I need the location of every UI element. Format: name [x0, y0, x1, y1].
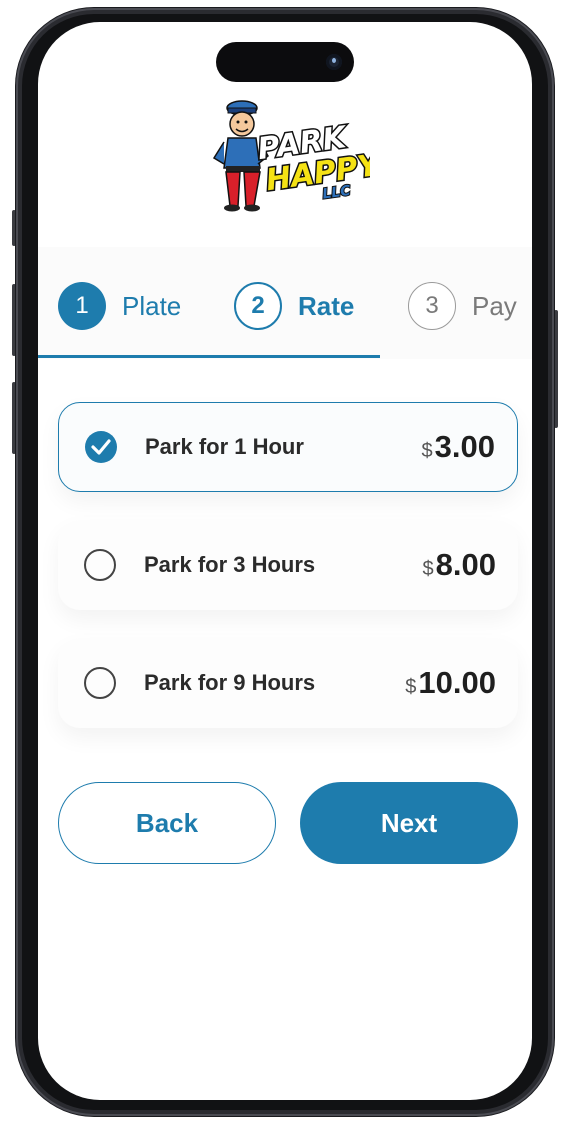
dynamic-island	[216, 42, 354, 82]
power-button	[554, 310, 558, 428]
rate-price: $ 10.00	[405, 665, 496, 701]
price-amount: 10.00	[418, 665, 496, 700]
rate-option-3-hours[interactable]: Park for 3 Hours $ 8.00	[58, 520, 518, 610]
price-amount: 8.00	[435, 547, 496, 582]
phone-screen: PARK HAPPY LLC 1 Plate 2 Rate 3 Pay Park…	[38, 22, 532, 1100]
rate-label: Park for 3 Hours	[144, 552, 316, 577]
step-rate[interactable]: 2 Rate	[234, 280, 354, 332]
step-label: Plate	[122, 290, 182, 321]
checkmark-icon[interactable]	[85, 431, 117, 463]
rate-label: Park for 1 Hour	[145, 434, 304, 459]
step-number-badge: 3	[408, 282, 456, 330]
progress-stepper: 1 Plate 2 Rate 3 Pay	[38, 247, 532, 359]
step-label: Pay	[472, 290, 517, 321]
svg-text:LLC: LLC	[322, 183, 353, 203]
rate-label: Park for 9 Hours	[144, 670, 316, 695]
radio-unchecked-icon[interactable]	[84, 667, 116, 699]
rate-price: $ 3.00	[422, 429, 495, 465]
step-number-badge: 1	[58, 282, 106, 330]
currency-symbol: $	[421, 440, 433, 462]
price-amount: 3.00	[434, 429, 495, 464]
rate-option-9-hours[interactable]: Park for 9 Hours $ 10.00	[58, 638, 518, 728]
back-button[interactable]: Back	[58, 782, 276, 864]
step-pay[interactable]: 3 Pay	[408, 280, 517, 332]
rate-price: $ 8.00	[423, 547, 496, 583]
currency-symbol: $	[405, 676, 417, 698]
front-camera-icon	[326, 54, 342, 70]
rate-option-1-hour[interactable]: Park for 1 Hour $ 3.00	[58, 402, 518, 492]
step-plate[interactable]: 1 Plate	[58, 280, 181, 332]
next-button[interactable]: Next	[300, 782, 518, 864]
radio-unchecked-icon[interactable]	[84, 549, 116, 581]
progress-indicator-line	[38, 355, 380, 358]
currency-symbol: $	[422, 558, 434, 580]
park-happy-logo: PARK HAPPY LLC	[210, 98, 386, 214]
step-label: Rate	[298, 290, 355, 321]
step-number-badge: 2	[234, 282, 282, 330]
